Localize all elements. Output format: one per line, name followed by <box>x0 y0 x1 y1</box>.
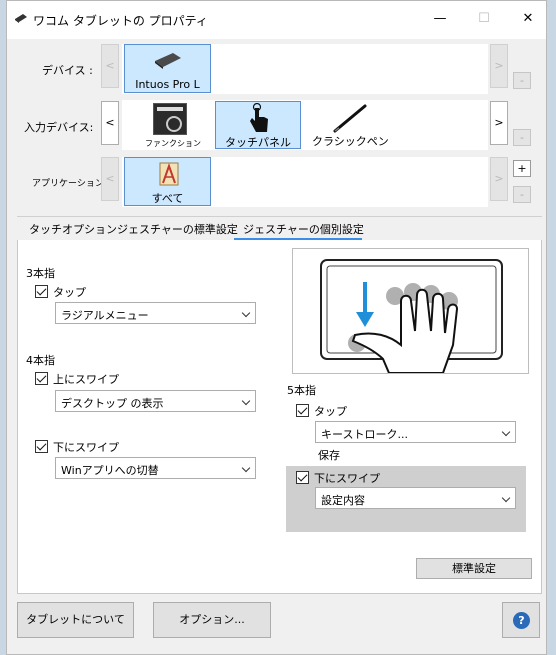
five-finger-tap-checkbox[interactable] <box>296 404 309 417</box>
chevron-down-icon <box>241 308 251 318</box>
app-item-all[interactable]: すべて <box>124 157 211 206</box>
app-item-all-label: すべて <box>151 192 184 205</box>
three-finger-tap-checkbox[interactable] <box>35 285 48 298</box>
four-finger-swipe-down-value: Winアプリへの切替 <box>61 464 159 477</box>
tab-standard-gestures[interactable]: ジェスチャーの標準設定 <box>117 221 238 237</box>
desktop-background-right <box>547 0 556 655</box>
four-finger-swipe-up-value: デスクトップ の表示 <box>61 397 164 410</box>
device-row-label: デバイス : <box>42 64 93 77</box>
wacom-tablet-icon <box>15 14 27 23</box>
four-finger-swipe-down-checkbox[interactable] <box>35 440 48 453</box>
five-finger-swipe-down-value: 設定内容 <box>321 494 365 507</box>
saved-label: 保存 <box>318 449 340 462</box>
device-item-label: Intuos Pro L <box>135 78 200 91</box>
tab-touch-options[interactable]: タッチオプション <box>29 221 117 237</box>
input-item-function-label: ファンクション <box>145 139 201 148</box>
close-button[interactable]: ✕ <box>518 11 538 29</box>
five-finger-tap-select[interactable]: キーストローク... <box>315 421 516 443</box>
input-item-touch-label: タッチパネル <box>225 136 291 149</box>
input-item-function[interactable]: ファンクション <box>145 101 201 149</box>
app-row-label: アプリケーション: <box>32 179 107 189</box>
three-finger-title: 3本指 <box>26 267 55 280</box>
three-finger-tap-value: ラジアルメニュー <box>61 309 149 322</box>
function-icon <box>153 103 187 135</box>
input-remove-button[interactable]: - <box>513 129 531 146</box>
window-title: ワコム タブレットの プロパティ <box>33 14 208 28</box>
all-apps-icon <box>159 162 179 186</box>
chevron-down-icon <box>241 396 251 406</box>
tab-top-border <box>17 216 542 217</box>
input-item-pen[interactable]: クラシックペン <box>312 101 389 149</box>
options-button[interactable]: オプション... <box>153 602 271 638</box>
input-row-label: 入力デバイス: <box>24 121 94 134</box>
pen-icon <box>333 104 367 133</box>
minimize-button[interactable]: — <box>430 11 450 29</box>
five-finger-title: 5本指 <box>287 384 316 397</box>
four-finger-title: 4本指 <box>26 354 55 367</box>
four-finger-swipe-up-checkbox[interactable] <box>35 372 48 385</box>
default-settings-button[interactable]: 標準設定 <box>416 558 532 579</box>
four-finger-swipe-up-label: 上にスワイプ <box>53 373 119 386</box>
chevron-down-icon <box>501 427 511 437</box>
five-finger-swipe-down-checkbox[interactable] <box>296 471 309 484</box>
input-item-pen-label: クラシックペン <box>312 135 389 148</box>
input-nav-right[interactable]: > <box>490 101 508 145</box>
app-add-button[interactable]: + <box>513 160 531 177</box>
chevron-down-icon <box>241 463 251 473</box>
help-icon: ? <box>513 612 530 629</box>
five-finger-swipe-down-label: 下にスワイプ <box>314 472 380 485</box>
about-tablet-button[interactable]: タブレットについて <box>17 602 134 638</box>
device-nav-right[interactable]: > <box>490 44 508 88</box>
tablet-icon <box>155 53 181 69</box>
five-finger-tap-value: キーストローク... <box>321 428 408 441</box>
chevron-down-icon <box>501 493 511 503</box>
app-nav-right[interactable]: > <box>490 157 508 201</box>
three-finger-tap-label: タップ <box>53 286 86 299</box>
input-nav-left[interactable]: < <box>101 101 119 145</box>
five-finger-tap-label: タップ <box>314 405 347 418</box>
five-finger-swipe-down-select[interactable]: 設定内容 <box>315 487 516 509</box>
touch-hand-icon <box>250 103 268 132</box>
app-nav-left[interactable]: < <box>101 157 119 201</box>
maximize-button[interactable]: ☐ <box>474 11 494 29</box>
input-item-touch[interactable]: タッチパネル <box>215 101 301 149</box>
four-finger-swipe-down-select[interactable]: Winアプリへの切替 <box>55 457 256 479</box>
app-remove-button[interactable]: - <box>513 186 531 203</box>
gesture-preview <box>292 248 529 374</box>
device-item-intuos[interactable]: Intuos Pro L <box>124 44 211 93</box>
four-finger-swipe-down-label: 下にスワイプ <box>53 441 119 454</box>
device-remove-button[interactable]: - <box>513 72 531 89</box>
tab-custom-gestures[interactable]: ジェスチャーの個別設定 <box>243 221 364 237</box>
four-finger-swipe-up-select[interactable]: デスクトップ の表示 <box>55 390 256 412</box>
three-finger-tap-select[interactable]: ラジアルメニュー <box>55 302 256 324</box>
device-nav-left[interactable]: < <box>101 44 119 88</box>
swipe-down-gesture-illustration <box>320 259 503 373</box>
help-button[interactable]: ? <box>502 602 540 638</box>
